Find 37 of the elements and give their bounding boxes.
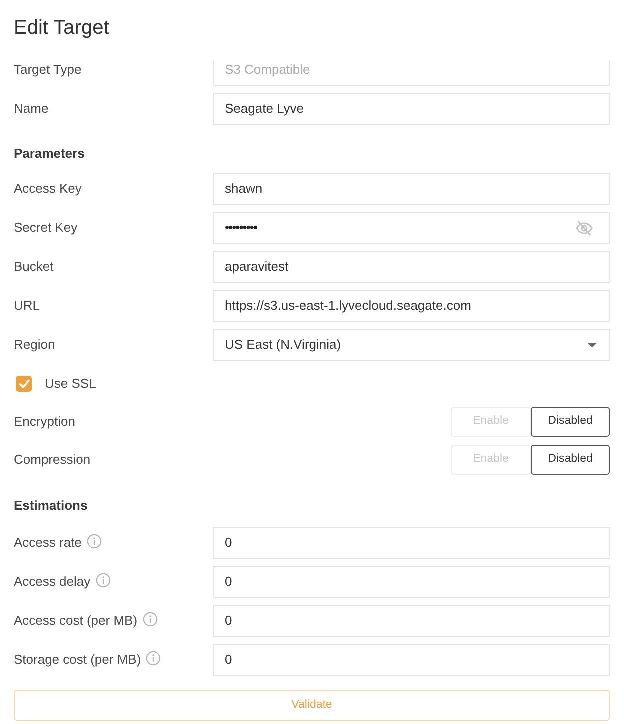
text-field[interactable]: https://s3.us-east-1.lyvecloud.seagate.com	[213, 290, 610, 322]
field-label: Access Key	[14, 180, 82, 198]
section-heading: Parameters	[14, 145, 85, 164]
field-label: Access cost (per MB)	[14, 612, 138, 630]
toggle-option[interactable]: Disabled	[531, 407, 610, 437]
info-icon	[142, 612, 158, 627]
number-field[interactable]: 0	[213, 566, 610, 598]
checkbox[interactable]	[16, 376, 32, 392]
name-field[interactable]: Seagate Lyve	[213, 93, 610, 125]
number-field[interactable]: 0	[213, 605, 610, 637]
password-field[interactable]: •••••••••	[213, 212, 610, 244]
text-field[interactable]: aparavitest	[213, 251, 610, 283]
number-field[interactable]: 0	[213, 527, 610, 559]
info-icon	[96, 573, 111, 588]
field-label: Encryption	[14, 413, 76, 432]
section-heading: Estimations	[14, 497, 88, 516]
field-label: Secret Key	[14, 219, 78, 238]
field-label: Region	[14, 336, 56, 354]
field-label: Use SSL	[45, 375, 96, 394]
field-label: Compression	[14, 451, 91, 470]
field-label: Storage cost (per MB)	[14, 651, 142, 670]
caret-down-icon	[588, 342, 597, 348]
field-label: URL	[14, 297, 40, 316]
field-label: Name	[14, 100, 49, 118]
info-icon	[146, 651, 162, 666]
dropdown-field[interactable]: US East (N.Virginia)	[213, 329, 610, 361]
number-field[interactable]: 0	[213, 644, 610, 676]
field-label: Target Type	[14, 61, 82, 80]
eye-slash-icon	[575, 220, 594, 236]
field-label: Access delay	[14, 573, 91, 592]
field-label: Bucket	[14, 258, 54, 276]
toggle-option[interactable]: Disabled	[531, 445, 610, 475]
info-icon	[86, 534, 102, 549]
text-field[interactable]: shawn	[213, 173, 610, 205]
checkmark-icon	[18, 378, 30, 390]
dialog-title: Edit Target	[14, 16, 110, 41]
field-label: Access rate	[14, 534, 82, 552]
